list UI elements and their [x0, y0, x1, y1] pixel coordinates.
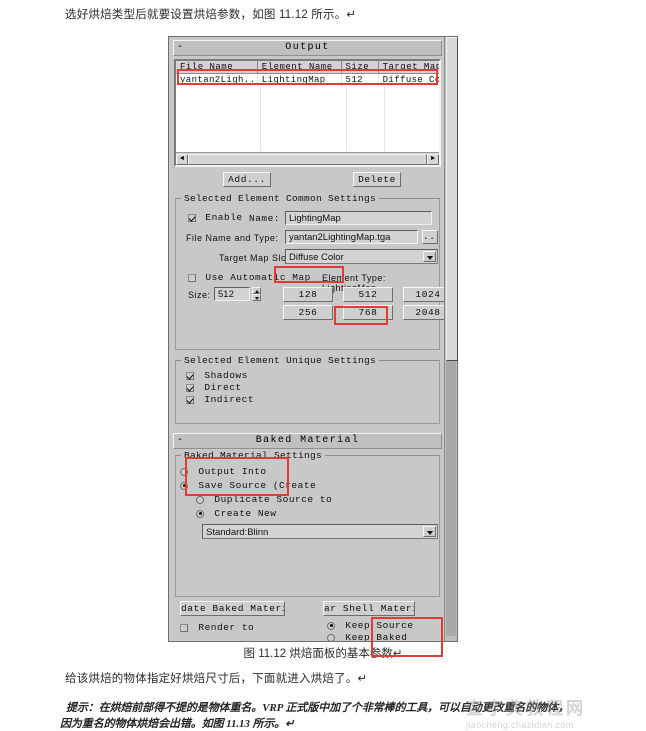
baked-material-combo[interactable]: Standard:Blinn [202, 524, 438, 539]
direct-label: Direct [204, 382, 242, 393]
output-list-header: File Name Element Name Size Target Map S… [176, 61, 439, 74]
delete-button[interactable]: Delete [353, 172, 401, 187]
file-name-field[interactable]: yantan2LightingMap.tga [285, 230, 418, 244]
update-baked-material-button[interactable]: date Baked Materia [180, 601, 285, 616]
enable-label: Enable [205, 212, 243, 223]
enable-checkbox[interactable] [188, 213, 196, 222]
duplicate-source-radio[interactable] [196, 495, 204, 504]
shadows-label: Shadows [204, 370, 248, 381]
cell-element-name: LightingMap [258, 74, 342, 87]
common-settings-group: Selected Element Common Settings Enable … [175, 193, 446, 350]
name-label: Name: [249, 213, 281, 224]
size-preset-2048[interactable]: 2048 [403, 305, 446, 320]
render-to-checkbox[interactable] [180, 623, 188, 632]
file-name-label: File Name and Type: [186, 233, 279, 243]
scroll-right-icon[interactable]: ► [427, 153, 439, 165]
keep-baked-label: Keep Baked [345, 632, 408, 641]
name-field[interactable]: LightingMap [285, 211, 432, 225]
shadows-checkbox[interactable] [186, 371, 194, 380]
tip-line-2: 因为重名的物体烘焙会出错。如图 11.13 所示。↵ [60, 718, 295, 730]
vscroll-track[interactable] [446, 361, 456, 636]
cell-target-map-slot: Diffuse Color [382, 75, 439, 85]
size-preset-256[interactable]: 256 [283, 305, 333, 320]
rollout-header-baked-material[interactable]: - Baked Material [173, 433, 442, 449]
render-to-label: Render to [198, 622, 255, 633]
keep-baked-radio[interactable] [327, 633, 335, 641]
rollout-header-output[interactable]: - Output [173, 40, 442, 56]
keep-source-label: Keep Source [345, 620, 414, 631]
column-element-name[interactable]: Element Name [257, 61, 342, 74]
save-source-radio[interactable] [180, 481, 188, 490]
output-into-radio[interactable] [180, 467, 188, 476]
target-map-slot-combo[interactable]: Diffuse Color [285, 249, 438, 264]
tip-line-1: 提示：在烘焙前部得不提的是物体重名。VRP 正式版中加了个非常棒的工具，可以自动… [66, 702, 569, 714]
size-field[interactable]: 512 [214, 287, 250, 301]
render-to-texture-panel: - Output File Name Element Name Size Tar… [168, 36, 458, 657]
create-new-radio[interactable] [196, 509, 204, 518]
use-automatic-map-label: Use Automatic Map [205, 272, 311, 283]
vscroll-thumb[interactable] [446, 37, 458, 361]
output-list-hscrollbar[interactable]: ◄ ► [176, 152, 439, 165]
chevron-down-icon[interactable] [423, 526, 436, 537]
collapse-icon[interactable]: - [177, 41, 184, 55]
baked-material-settings-group: Baked Material Settings Output Into Save… [175, 450, 440, 597]
panel-scroll-content: - Output File Name Element Name Size Tar… [169, 37, 446, 641]
output-buttons-row: Add... Delete [169, 172, 446, 192]
figure-caption: 图 11.12 烘焙面板的基本参数↵ [243, 648, 403, 660]
column-size[interactable]: Size [341, 61, 379, 74]
output-list-empty-area[interactable] [176, 87, 439, 151]
target-map-slot-label: Target Map Slot: [219, 253, 293, 263]
size-preset-128[interactable]: 128 [283, 287, 333, 302]
common-settings-title: Selected Element Common Settings [181, 193, 380, 204]
size-spinner[interactable] [252, 287, 261, 301]
direct-checkbox[interactable] [186, 383, 194, 392]
rollout-title-output: Output [285, 42, 330, 53]
rollout-title-baked-material: Baked Material [255, 435, 360, 446]
size-label: Size: [188, 290, 211, 300]
baked-material-settings-title: Baked Material Settings [181, 450, 326, 461]
output-list[interactable]: File Name Element Name Size Target Map S… [174, 59, 441, 167]
unique-settings-group: Selected Element Unique Settings Shadows… [175, 355, 440, 424]
hscroll-thumb[interactable] [188, 153, 427, 165]
indirect-label: Indirect [204, 394, 255, 405]
table-row[interactable]: yantan2Ligh... LightingMap 512 Diffuse C… [176, 74, 439, 87]
intro-paragraph: 选好烘焙类型后就要设置烘焙参数，如图 11.12 所示。↵ [65, 9, 357, 21]
indirect-checkbox[interactable] [186, 395, 194, 404]
chevron-down-icon[interactable] [423, 251, 436, 262]
collapse-icon[interactable]: - [177, 434, 184, 448]
cell-size: 512 [342, 74, 379, 87]
output-into-label: Output Into [198, 466, 267, 477]
hscroll-track[interactable] [188, 153, 427, 165]
target-map-slot-value: Diffuse Color [289, 252, 344, 263]
panel-vscrollbar[interactable] [444, 37, 458, 641]
save-source-label: Save Source (Create [198, 480, 317, 491]
add-button[interactable]: Add... [223, 172, 271, 187]
keep-source-radio[interactable] [327, 621, 335, 630]
duplicate-source-label: Duplicate Source to [214, 494, 333, 505]
scroll-left-icon[interactable]: ◄ [176, 153, 188, 165]
unique-settings-title: Selected Element Unique Settings [181, 355, 380, 366]
after-paragraph: 给该烘焙的物体指定好烘焙尺寸后，下面就进入烘焙了。↵ [65, 673, 368, 685]
create-new-label: Create New [214, 508, 277, 519]
browse-button[interactable]: ... [422, 230, 438, 244]
baked-material-value: Standard:Blinn [206, 527, 269, 538]
size-preset-768[interactable]: 768 [343, 305, 393, 320]
clear-shell-material-button[interactable]: ar Shell Materi: [323, 601, 415, 616]
size-preset-512[interactable]: 512 [343, 287, 393, 302]
size-preset-1024[interactable]: 1024 [403, 287, 446, 302]
column-target-map-slot[interactable]: Target Map Slo [378, 61, 439, 74]
watermark-en: jiaocheng.chazidian.com [466, 720, 574, 730]
use-automatic-map-checkbox[interactable] [188, 273, 196, 282]
column-file-name[interactable]: File Name [176, 61, 258, 74]
cell-file-name: yantan2Ligh... [176, 74, 258, 87]
